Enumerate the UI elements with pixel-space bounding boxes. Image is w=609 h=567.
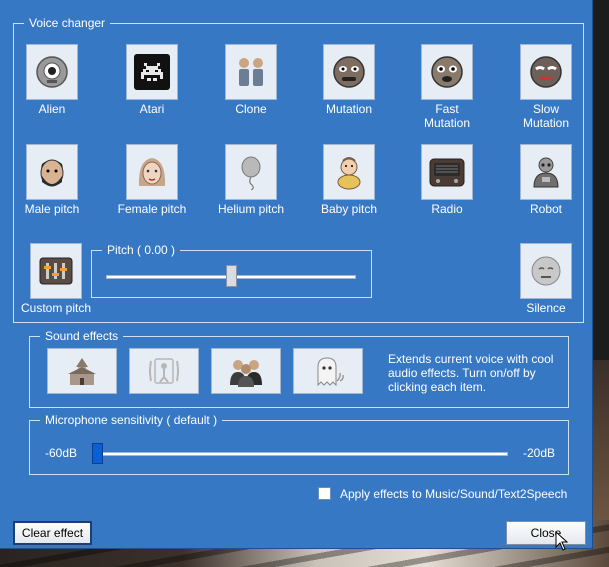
mutation-icon (333, 56, 365, 88)
apply-effects-label[interactable]: Apply effects to Music/Sound/Text2Speech (340, 487, 567, 501)
effect-helium-pitch-tile[interactable] (225, 144, 277, 200)
effect-silence-tile[interactable] (520, 243, 572, 299)
effect-alien[interactable]: Alien (2, 44, 102, 140)
effect-slow-mutation[interactable]: Slow Mutation (496, 44, 596, 140)
pitch-value-title: Pitch ( 0.00 ) (102, 243, 181, 257)
clear-effect-button[interactable]: Clear effect (13, 521, 92, 545)
effect-female-pitch[interactable]: Female pitch (102, 144, 202, 240)
microphone-slider-thumb[interactable] (92, 443, 103, 464)
effect-fast-mutation[interactable]: Fast Mutation (397, 44, 497, 140)
apply-effects-checkbox[interactable] (318, 487, 331, 500)
effect-robot-label: Robot (529, 202, 563, 216)
effect-clone[interactable]: Clone (201, 44, 301, 140)
voice-changer-dialog: Voice changer Alien Atari Clone Mutation… (0, 0, 593, 549)
effect-alien-tile[interactable] (26, 44, 78, 100)
atari-icon (134, 54, 170, 90)
effect-male-pitch-label: Male pitch (24, 202, 80, 216)
effect-male-pitch-tile[interactable] (26, 144, 78, 200)
effect-atari[interactable]: Atari (102, 44, 202, 140)
effect-mutation[interactable]: Mutation (299, 44, 399, 140)
effect-fast-mutation-label: Fast Mutation (423, 102, 471, 130)
pitch-group: Pitch ( 0.00 ) (91, 243, 372, 298)
effect-slow-mutation-tile[interactable] (520, 44, 572, 100)
microphone-sensitivity-title: Microphone sensitivity ( default ) (40, 413, 223, 427)
male-face-icon (40, 159, 64, 187)
sound-effect-echo[interactable] (129, 348, 199, 394)
effect-male-pitch[interactable]: Male pitch (2, 144, 102, 240)
sound-effect-ghost[interactable] (293, 348, 363, 394)
effect-helium-pitch[interactable]: Helium pitch (201, 144, 301, 240)
effect-baby-pitch-label: Baby pitch (320, 202, 378, 216)
effect-silence[interactable]: Silence (496, 243, 596, 339)
mixer-icon (39, 257, 73, 285)
radio-icon (429, 158, 465, 187)
effect-baby-pitch[interactable]: Baby pitch (299, 144, 399, 240)
sound-effect-church[interactable] (47, 348, 117, 394)
microphone-min-label: -60dB (45, 446, 78, 460)
close-button[interactable]: Close (506, 521, 586, 545)
silent-face-icon (531, 256, 561, 286)
alien-icon (36, 56, 68, 88)
effect-clone-label: Clone (235, 102, 267, 116)
slow-mutation-icon (530, 56, 562, 88)
effect-female-pitch-label: Female pitch (117, 202, 187, 216)
effect-custom-pitch-label: Custom pitch (20, 301, 92, 315)
echo-figure-icon (149, 358, 179, 384)
voice-changer-group-title: Voice changer (24, 16, 111, 30)
effect-custom-pitch-tile[interactable] (30, 243, 82, 299)
balloon-icon (241, 156, 261, 190)
microphone-slider-track[interactable] (92, 452, 508, 456)
effect-silence-label: Silence (526, 301, 566, 315)
mouse-cursor-icon (555, 531, 569, 551)
background-video-edge (592, 360, 609, 520)
effect-female-pitch-tile[interactable] (126, 144, 178, 200)
effect-radio-label: Radio (431, 202, 463, 216)
effect-clone-tile[interactable] (225, 44, 277, 100)
sound-effect-crowd[interactable] (211, 348, 281, 394)
church-icon (68, 358, 96, 385)
sound-effects-description: Extends current voice with cool audio ef… (388, 352, 554, 394)
effect-robot-tile[interactable] (520, 144, 572, 200)
effect-fast-mutation-tile[interactable] (421, 44, 473, 100)
female-face-icon (138, 158, 166, 186)
effect-baby-pitch-tile[interactable] (323, 144, 375, 200)
fast-mutation-icon (431, 56, 463, 88)
robot-icon (533, 157, 559, 188)
effect-radio-tile[interactable] (421, 144, 473, 200)
effect-slow-mutation-label: Slow Mutation (522, 102, 570, 130)
effect-atari-label: Atari (139, 102, 165, 116)
effect-mutation-label: Mutation (325, 102, 373, 116)
effect-mutation-tile[interactable] (323, 44, 375, 100)
pitch-slider-thumb[interactable] (225, 265, 237, 287)
effect-alien-label: Alien (38, 102, 66, 116)
ghost-icon (317, 357, 344, 387)
effect-helium-pitch-label: Helium pitch (217, 202, 285, 216)
effect-robot[interactable]: Robot (496, 144, 596, 240)
microphone-sensitivity-group: Microphone sensitivity ( default ) (29, 413, 569, 475)
baby-icon (337, 157, 361, 190)
sound-effects-group-title: Sound effects (40, 329, 124, 343)
crowd-icon (230, 360, 262, 387)
clone-icon (239, 58, 263, 86)
microphone-max-label: -20dB (523, 446, 556, 460)
effect-atari-tile[interactable] (126, 44, 178, 100)
effect-radio[interactable]: Radio (397, 144, 497, 240)
